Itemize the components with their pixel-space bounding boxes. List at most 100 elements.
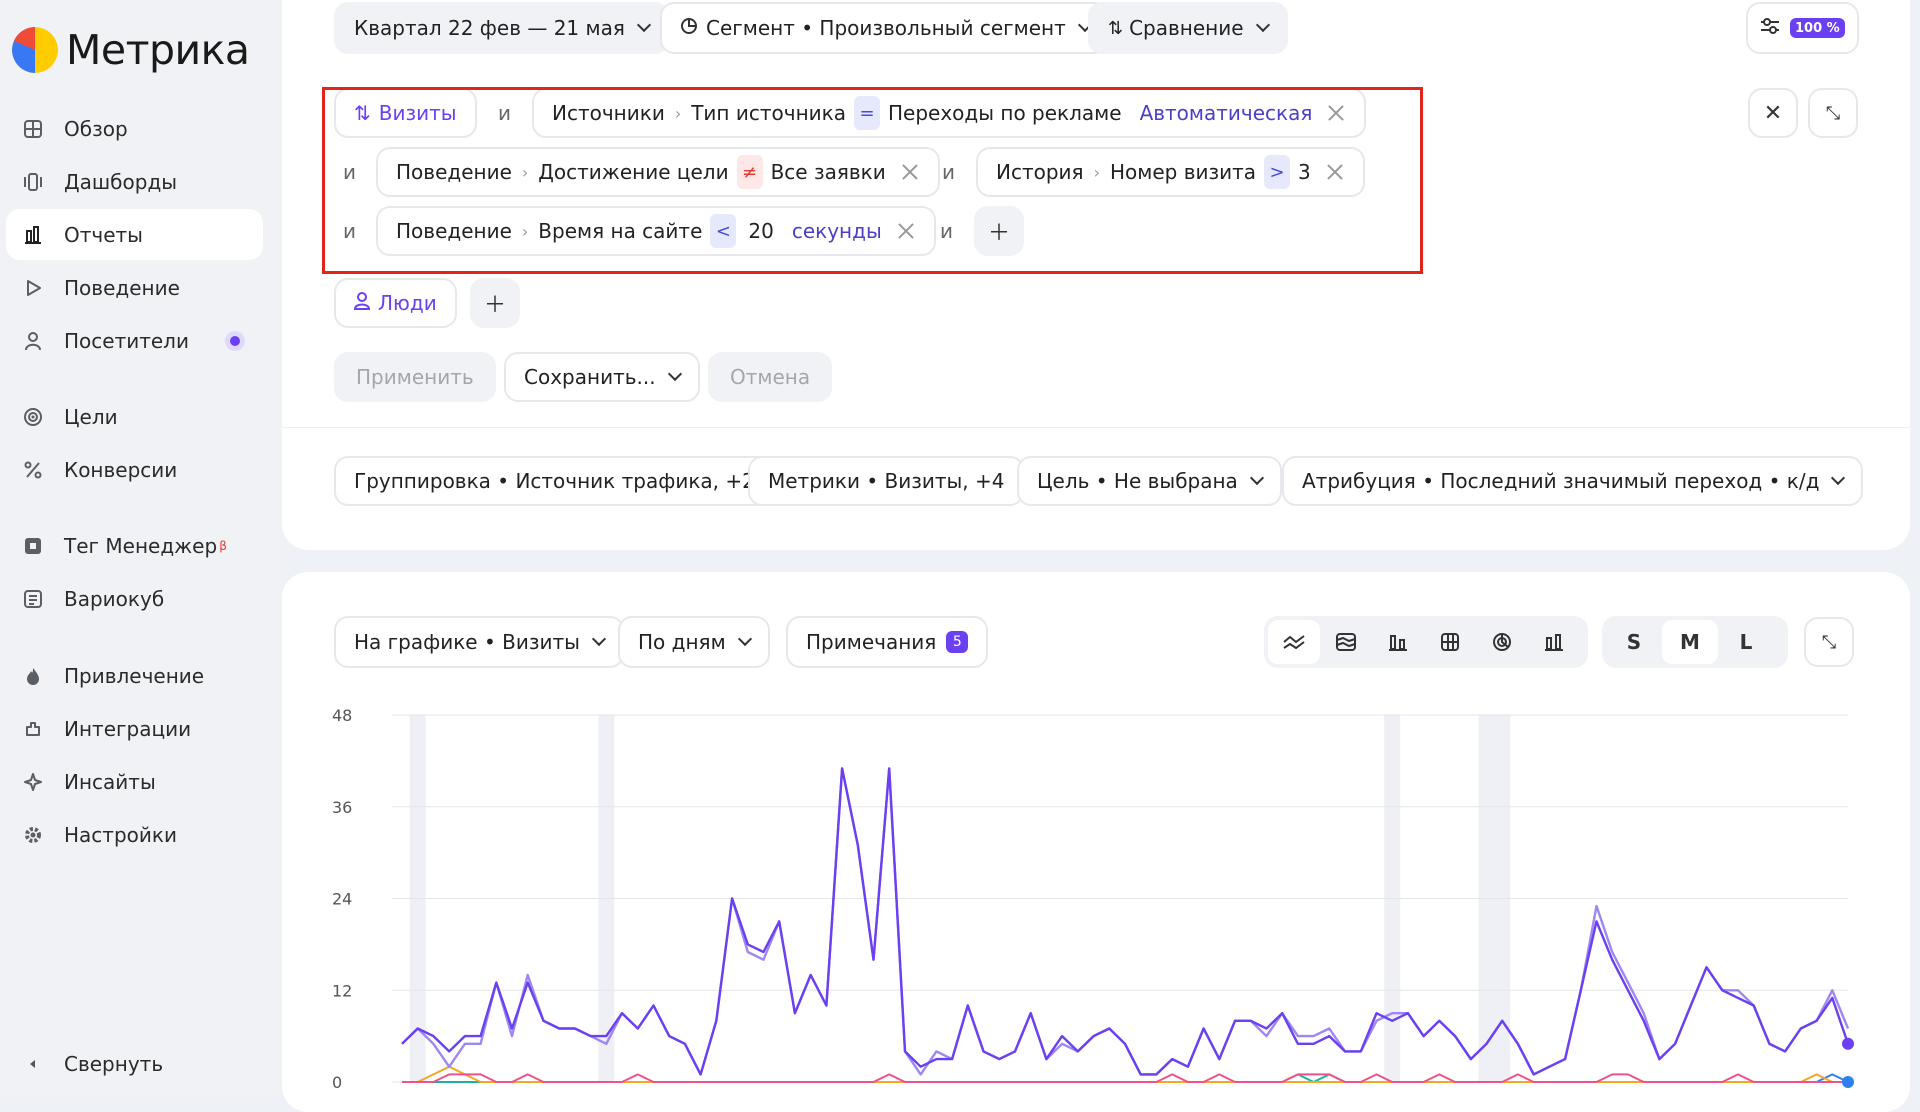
save-label: Сохранить... <box>524 365 656 389</box>
y-tick-label: 24 <box>332 890 352 909</box>
period-selector[interactable]: Квартал 22 фев — 21 мая <box>334 2 669 54</box>
segment-selector[interactable]: Сегмент • Произвольный сегмент <box>660 2 1110 54</box>
sidebar-item-goals[interactable]: Цели <box>6 391 263 442</box>
apply-button[interactable]: Применить <box>334 352 496 402</box>
pie-chart-icon[interactable] <box>1476 620 1528 664</box>
chevron-down-icon <box>1831 470 1846 486</box>
series-line <box>402 1073 1848 1083</box>
notes-label: Примечания <box>806 630 937 654</box>
sidebar-item-label: Отчеты <box>64 222 143 247</box>
goals-icon <box>22 406 44 428</box>
segment-label: Сегмент • Произвольный сегмент <box>706 16 1066 40</box>
sidebar-item-integrations[interactable]: Интеграции <box>6 703 263 754</box>
line-chart-icon[interactable] <box>1268 620 1320 664</box>
stacked-bar-icon[interactable] <box>1424 620 1476 664</box>
behavior-icon <box>22 277 44 299</box>
sidebar-item-overview[interactable]: Обзор <box>6 103 263 154</box>
variokub-icon <box>22 588 44 610</box>
person-icon <box>353 291 371 315</box>
collapse-icon: ⤡ <box>1821 631 1837 653</box>
cancel-label: Отмена <box>730 365 811 389</box>
close-filters-button[interactable]: ✕ <box>1748 88 1798 138</box>
dashboards-icon <box>22 171 44 193</box>
collapse-arrow-icon <box>22 1053 44 1075</box>
close-icon: ✕ <box>1763 100 1783 126</box>
notes-button[interactable]: Примечания 5 <box>786 616 989 668</box>
sidebar-item-insights[interactable]: Инсайты <box>6 756 263 807</box>
goal-selector[interactable]: Цель • Не выбрана <box>1017 456 1282 506</box>
size-l-button[interactable]: L <box>1718 620 1774 664</box>
integrations-icon <box>22 718 44 740</box>
visits-line-chart: 48 36 24 12 0 <box>332 706 1854 1092</box>
save-button[interactable]: Сохранить... <box>504 352 700 402</box>
y-tick-label: 0 <box>332 1073 342 1092</box>
series-end-point <box>1842 1037 1854 1050</box>
series-end-point <box>1842 1076 1854 1088</box>
logo[interactable]: Метрика <box>12 26 250 74</box>
chevron-down-icon <box>667 366 682 382</box>
stacked-area-icon[interactable] <box>1320 620 1372 664</box>
metrika-logo-icon <box>12 27 58 73</box>
beta-badge: β <box>219 538 227 553</box>
chart-collapse-button[interactable]: ⤡ <box>1804 617 1854 667</box>
chevron-down-icon <box>737 631 752 647</box>
attribution-selector[interactable]: Атрибуция • Последний значимый переход •… <box>1282 456 1864 506</box>
people-tag[interactable]: Люди <box>334 278 457 328</box>
chart-type-switcher <box>1264 616 1588 668</box>
y-tick-label: 36 <box>332 798 352 817</box>
plus-icon: ＋ <box>483 293 506 318</box>
sidebar-item-visitors[interactable]: Посетители <box>6 315 263 366</box>
sidebar-item-label: Посетители <box>64 328 189 353</box>
chevron-down-icon <box>591 631 606 647</box>
collapse-sidebar-button[interactable]: Свернуть <box>6 1038 263 1089</box>
conversions-icon <box>22 459 44 481</box>
chevron-down-icon <box>636 17 651 33</box>
granularity-selector[interactable]: По дням <box>618 616 770 668</box>
app-name: Метрика <box>66 26 250 74</box>
grouping-selector[interactable]: Группировка • Источник трафика, +2 <box>334 456 775 506</box>
insights-icon <box>22 771 44 793</box>
column-chart-icon[interactable] <box>1528 620 1580 664</box>
chart-size-switcher: S M L <box>1602 616 1788 668</box>
chart-metric-label: На графике • Визиты <box>354 630 580 654</box>
sidebar-item-settings[interactable]: Настройки <box>6 809 263 860</box>
sidebar-item-label: Вариокуб <box>64 586 165 611</box>
add-people-filter-button[interactable]: ＋ <box>470 278 520 328</box>
highlight-frame <box>322 87 1423 274</box>
sidebar-item-behavior[interactable]: Поведение <box>6 262 263 313</box>
compare-selector[interactable]: ⇅ Сравнение <box>1088 2 1288 54</box>
sidebar-item-label: Интеграции <box>64 716 192 741</box>
settings-icon <box>22 824 44 846</box>
sidebar-item-label: Обзор <box>64 116 128 141</box>
sidebar-item-label: Цели <box>64 404 118 429</box>
sidebar-item-label: Дашборды <box>64 169 178 194</box>
size-m-button[interactable]: M <box>1662 620 1718 664</box>
chevron-down-icon <box>1249 470 1264 486</box>
metrics-selector[interactable]: Метрики • Визиты, +4 <box>748 456 1025 506</box>
size-s-button[interactable]: S <box>1606 620 1662 664</box>
sidebar-item-dashboards[interactable]: Дашборды <box>6 156 263 207</box>
series-line <box>401 767 1850 1076</box>
bar-chart-icon[interactable] <box>1372 620 1424 664</box>
compare-label: Сравнение <box>1129 16 1244 40</box>
sidebar-item-acquisition[interactable]: Привлечение <box>6 650 263 701</box>
notification-dot <box>225 330 245 351</box>
collapse-filters-button[interactable]: ⤡ <box>1808 88 1858 138</box>
view-settings-button[interactable]: 100 % <box>1746 2 1859 54</box>
granularity-label: По дням <box>638 630 726 654</box>
sidebar-item-tag-manager[interactable]: Тег Менеджер β <box>6 520 263 571</box>
sidebar-item-reports[interactable]: Отчеты <box>6 209 263 260</box>
overview-icon <box>22 118 44 140</box>
chart-metric-selector[interactable]: На графике • Визиты <box>334 616 624 668</box>
reports-icon <box>22 224 44 246</box>
sidebar-item-variokub[interactable]: Вариокуб <box>6 573 263 624</box>
people-label: Люди <box>378 291 437 315</box>
sidebar: Метрика Обзор Дашборды Отчеты Поведение Посе… <box>0 0 280 1097</box>
acquisition-icon <box>22 665 44 687</box>
cancel-button[interactable]: Отмена <box>708 352 833 402</box>
sidebar-item-label: Поведение <box>64 275 180 300</box>
sidebar-item-label: Тег Менеджер <box>64 533 218 558</box>
goal-label: Цель • Не выбрана <box>1037 469 1238 493</box>
sidebar-item-conversions[interactable]: Конверсии <box>6 444 263 495</box>
divider <box>282 427 1910 428</box>
